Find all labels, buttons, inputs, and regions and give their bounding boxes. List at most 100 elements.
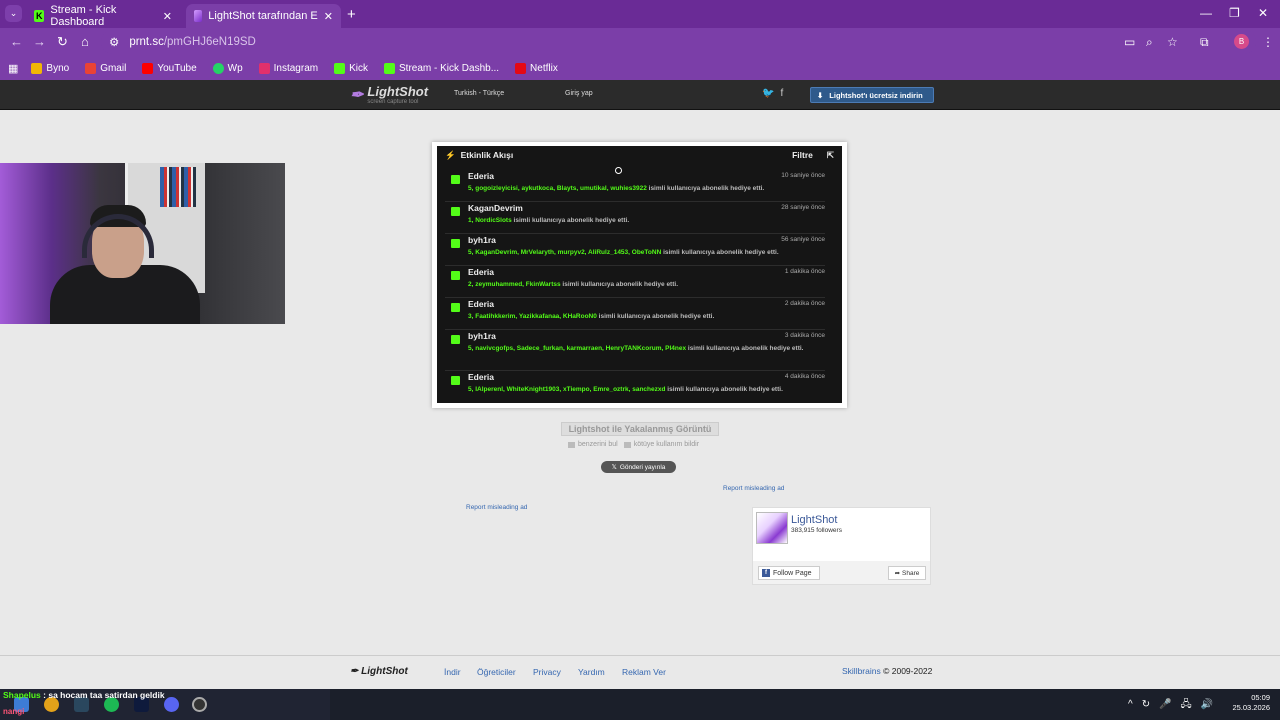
stream-chat-message: Shapelus : sa hocam taa satirdan geldik	[3, 690, 165, 700]
home-icon[interactable]: ⌂	[81, 34, 89, 49]
language-select[interactable]: Turkish - Türkçe	[454, 90, 504, 97]
minimize-button[interactable]: —	[1200, 6, 1212, 20]
apps-icon[interactable]: ▦	[8, 62, 18, 75]
popout-icon: ⇱	[826, 149, 834, 160]
site-info-icon[interactable]: ⚙	[109, 35, 119, 49]
volume-icon: 🔊	[1200, 699, 1223, 710]
lightshot-favicon-icon	[194, 10, 203, 22]
profile-avatar[interactable]: B	[1234, 34, 1249, 49]
gift-icon	[451, 207, 460, 216]
gift-icon	[451, 239, 460, 248]
webcam-books	[160, 167, 196, 207]
install-app-icon[interactable]: ▭	[1124, 35, 1135, 49]
whatsapp-icon	[212, 62, 224, 74]
extensions-icon[interactable]: ⧉	[1200, 35, 1209, 50]
maximize-button[interactable]: ❐	[1229, 6, 1240, 20]
lightshot-logo[interactable]: ✒ LightShot screen capture tool	[350, 84, 428, 105]
zoom-icon[interactable]: ⌕	[1146, 35, 1153, 50]
footer-logo[interactable]: ✒ LightShot	[350, 666, 408, 677]
close-tab-icon[interactable]: ✕	[163, 10, 172, 23]
obs-icon[interactable]	[192, 697, 207, 712]
trash-icon	[623, 441, 631, 448]
facebook-page-name[interactable]: LightShot	[791, 514, 837, 526]
system-tray[interactable]: ^↻🎤🖧🔊	[1128, 697, 1222, 714]
feed-row: byh1ra 3 dakika önce 5, navivcgofps, Sade…	[445, 330, 825, 371]
gift-icon	[451, 303, 460, 312]
gift-icon	[451, 175, 460, 184]
lightshot-page-avatar[interactable]	[756, 512, 788, 544]
taskbar-clock[interactable]: 05:09 25.03.2026	[1228, 693, 1270, 713]
download-icon: ⬇	[817, 90, 824, 100]
login-link[interactable]: Giriş yap	[565, 90, 593, 97]
bookmark-instagram[interactable]: Instagram	[256, 62, 321, 74]
captured-screenshot[interactable]: ⚡ Etkinlik Akışı Filtre ⇱ Ederia 10 saniy…	[437, 146, 842, 403]
gift-icon	[451, 376, 460, 385]
stream-chat-user: nangi	[3, 707, 25, 716]
byno-icon	[31, 62, 43, 74]
bookmark-gmail[interactable]: Gmail	[82, 62, 129, 74]
feather-icon: ✒	[350, 86, 364, 104]
kick-favicon-icon: K	[34, 10, 45, 22]
footer-link-privacy[interactable]: Privacy	[533, 667, 561, 677]
screenshot-caption: Lightshot ile Yakalanmış Görüntü	[561, 422, 719, 436]
bookmarks-bar: ▦ Byno Gmail YouTube Wp Instagram Kick S…	[0, 56, 1280, 80]
footer-link-download[interactable]: İndir	[444, 667, 461, 677]
new-tab-button[interactable]: +	[347, 6, 356, 23]
back-icon[interactable]: ←	[10, 34, 23, 49]
mouse-cursor-icon	[615, 167, 622, 174]
discord-icon[interactable]	[164, 697, 179, 712]
bookmark-byno[interactable]: Byno	[28, 62, 72, 74]
bookmark-kick[interactable]: Kick	[331, 62, 371, 74]
bookmark-wp[interactable]: Wp	[210, 62, 246, 74]
close-window-button[interactable]: ✕	[1258, 6, 1268, 20]
tab-label: Stream - Kick Dashboard	[50, 4, 117, 28]
tab-lightshot[interactable]: LightShot tarafından Ekran Görü ✕	[186, 4, 341, 28]
report-ad-link[interactable]: Report misleading ad	[723, 485, 784, 492]
bookmark-youtube[interactable]: YouTube	[139, 62, 199, 74]
tweet-button[interactable]: 𝕏 Gönderi yayınla	[601, 461, 676, 473]
tab-search-icon[interactable]: ⌄	[5, 5, 22, 22]
bookmark-star-icon[interactable]: ☆	[1167, 35, 1178, 49]
forward-icon[interactable]: →	[33, 34, 46, 49]
feed-row: byh1ra 56 saniye önce 5, KaganDevrim, MrV…	[445, 234, 825, 266]
footer-link-help[interactable]: Yardım	[578, 667, 605, 677]
image-icon	[568, 441, 575, 448]
youtube-icon	[142, 62, 154, 74]
share-button[interactable]: ➦ Share	[888, 566, 926, 580]
twitter-icon[interactable]: 🐦	[762, 88, 780, 99]
instagram-icon	[258, 62, 270, 74]
facebook-followers: 383,915 followers	[791, 527, 842, 534]
close-tab-icon[interactable]: ✕	[324, 10, 333, 23]
footer-link-advertise[interactable]: Reklam Ver	[622, 667, 666, 677]
kick-icon	[384, 62, 395, 74]
url-path: /pmGHJ6eN19SD	[163, 36, 256, 48]
report-abuse-link[interactable]: kötüye kullanım bildir	[623, 441, 699, 448]
menu-icon[interactable]: ⋮	[1262, 35, 1274, 49]
facebook-icon[interactable]: f	[780, 88, 789, 99]
find-similar-link[interactable]: benzerini bul	[568, 441, 618, 448]
url-input[interactable]: ⚙ prnt.sc/pmGHJ6eN19SD	[101, 30, 1256, 54]
follow-page-button[interactable]: f Follow Page	[758, 566, 820, 580]
feed-row: KaganDevrim 28 saniye önce 1, NordicSlots…	[445, 202, 825, 234]
netflix-icon	[515, 62, 527, 74]
footer-link-tutorials[interactable]: Öğreticiler	[477, 667, 516, 677]
feather-icon: ✒	[350, 666, 359, 677]
lightning-icon: ⚡	[445, 149, 456, 160]
url-domain: prnt.sc	[129, 36, 164, 48]
network-icon: 🖧	[1180, 699, 1201, 710]
filter-label: Filtre	[792, 150, 813, 160]
reload-icon[interactable]: ↻	[57, 34, 68, 50]
bookmark-kick-dashboard[interactable]: Stream - Kick Dashb...	[381, 62, 502, 74]
skillbrains-link[interactable]: Skillbrains	[842, 666, 881, 676]
tab-kick-dashboard[interactable]: K Stream - Kick Dashboard ✕	[26, 4, 180, 28]
download-button[interactable]: ⬇ Lightshot'ı ücretsiz indirin	[810, 87, 934, 103]
social-links: 🐦f	[762, 88, 789, 99]
feed-title: Etkinlik Akışı	[460, 150, 514, 160]
gift-icon	[451, 271, 460, 280]
chevron-up-icon: ^	[1128, 699, 1142, 710]
site-header	[0, 80, 1280, 110]
bookmark-netflix[interactable]: Netflix	[512, 62, 561, 74]
report-ad-link[interactable]: Report misleading ad	[466, 504, 527, 511]
feed-row: Ederia 1 dakika önce 2, zeymuhammed, Fkin…	[445, 266, 825, 298]
screenshot-actions: benzerini bul kötüye kullanım bildir	[568, 441, 699, 448]
